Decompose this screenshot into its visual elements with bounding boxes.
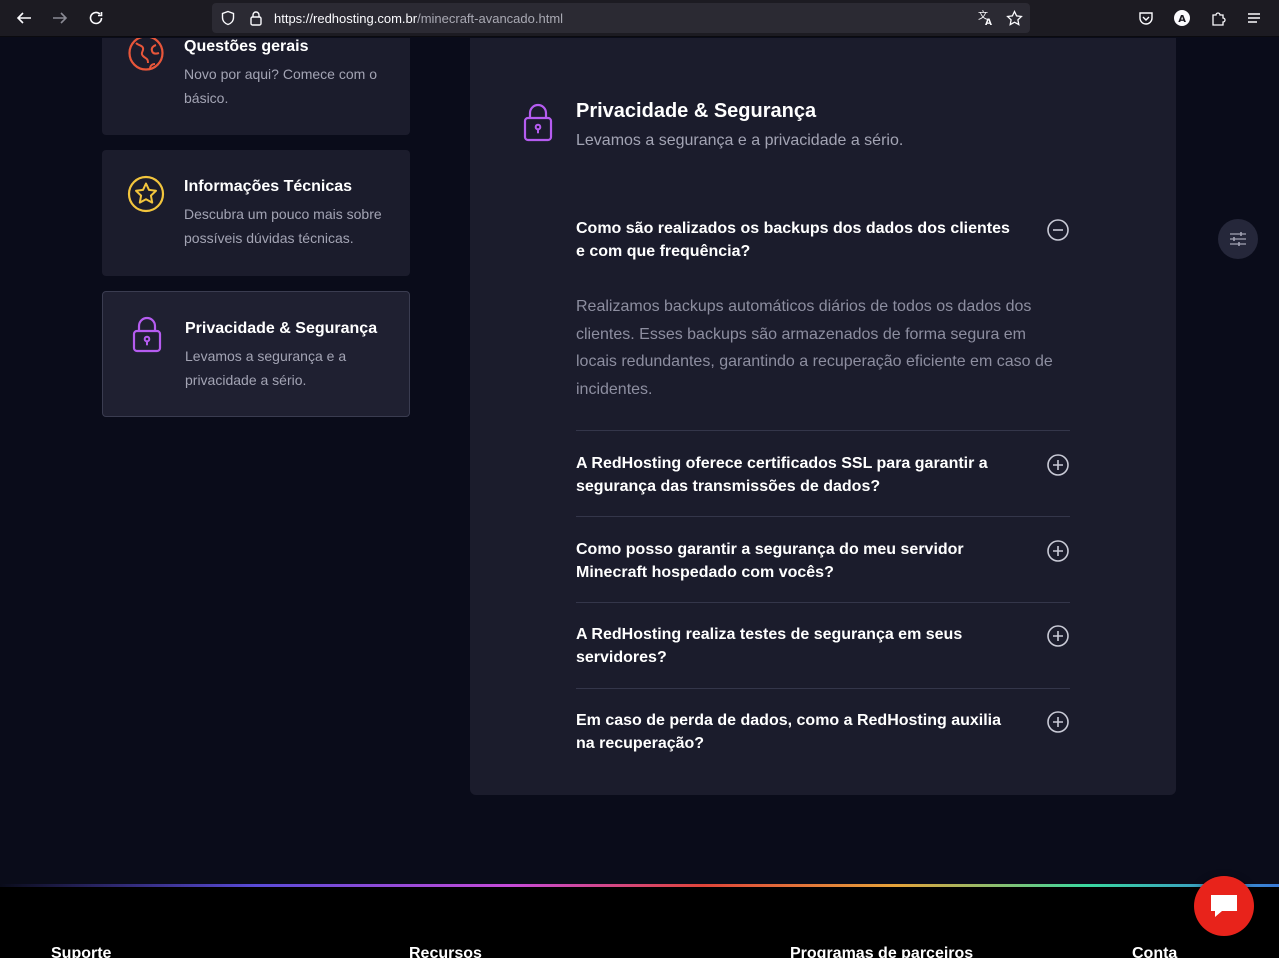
- sidebar-item-title: Privacidade & Segurança: [185, 320, 378, 337]
- panel-title: Privacidade & Segurança: [576, 100, 817, 122]
- faq-panel: Privacidade & Segurança Levamos a segura…: [470, 38, 1176, 795]
- footer-heading-suporte: Suporte: [51, 945, 112, 958]
- address-bar[interactable]: https://redhosting.com.br/minecraft-avan…: [212, 3, 1030, 33]
- account-avatar-icon[interactable]: A: [1172, 8, 1192, 28]
- footer-heading-parceiros: Programas de parceiros: [790, 945, 974, 958]
- sidebar-item-privacidade-seguranca[interactable]: Privacidade & Segurança Levamos a segura…: [102, 291, 410, 417]
- sidebar-item-description: Novo por aqui? Comece com o básico.: [184, 66, 377, 106]
- footer: Suporte Recursos Programas de parceiros …: [0, 887, 1279, 958]
- globe-icon: [126, 38, 166, 73]
- svg-text:A: A: [985, 18, 992, 27]
- star-icon: [126, 174, 166, 214]
- menu-hamburger-icon[interactable]: [1244, 8, 1264, 28]
- back-arrow-icon[interactable]: [12, 7, 36, 29]
- sidebar-item-description: Descubra um pouco mais sobre possíveis d…: [184, 206, 382, 246]
- translate-icon[interactable]: 文A: [976, 8, 996, 28]
- panel-subtitle: Levamos a segurança e a privacidade a sé…: [576, 132, 904, 149]
- faq-item: Como são realizados os backups dos dados…: [576, 217, 1070, 398]
- footer-heading-conta: Conta: [1132, 945, 1178, 958]
- sliders-icon: [1230, 232, 1246, 246]
- forward-arrow-icon[interactable]: [48, 7, 72, 29]
- expand-plus-icon[interactable]: [1046, 710, 1070, 734]
- sidebar-item-questoes-gerais[interactable]: Questões gerais Novo por aqui? Comece co…: [102, 38, 410, 135]
- expand-plus-icon[interactable]: [1046, 453, 1070, 477]
- faq-divider: [576, 688, 1070, 689]
- expand-plus-icon[interactable]: [1046, 539, 1070, 563]
- settings-sliders-button[interactable]: [1218, 219, 1258, 259]
- faq-item: Em caso de perda de dados, como a RedHos…: [576, 709, 1070, 759]
- footer-heading-recursos: Recursos: [409, 945, 482, 958]
- faq-divider: [576, 516, 1070, 517]
- faq-question[interactable]: A RedHosting realiza testes de segurança…: [576, 623, 1016, 669]
- pocket-icon[interactable]: [1136, 8, 1156, 28]
- faq-question[interactable]: Como são realizados os backups dos dados…: [576, 217, 1016, 263]
- extensions-puzzle-icon[interactable]: [1208, 8, 1228, 28]
- svg-text:A: A: [1178, 14, 1186, 25]
- url-host: https://redhosting.com.br: [274, 11, 418, 26]
- sidebar-item-informacoes-tecnicas[interactable]: Informações Técnicas Descubra um pouco m…: [102, 150, 410, 276]
- live-chat-button[interactable]: [1194, 876, 1254, 936]
- faq-question[interactable]: Em caso de perda de dados, como a RedHos…: [576, 709, 1016, 755]
- faq-answer: Realizamos backups automáticos diários d…: [576, 298, 1053, 398]
- browser-toolbar: https://redhosting.com.br/minecraft-avan…: [0, 0, 1279, 37]
- lock-icon: [127, 314, 167, 354]
- faq-divider: [576, 602, 1070, 603]
- faq-item: Como posso garantir a segurança do meu s…: [576, 538, 1070, 588]
- url-text[interactable]: https://redhosting.com.br/minecraft-avan…: [274, 11, 563, 26]
- faq-question[interactable]: Como posso garantir a segurança do meu s…: [576, 538, 1016, 584]
- faq-question[interactable]: A RedHosting oferece certificados SSL pa…: [576, 452, 1016, 498]
- expand-plus-icon[interactable]: [1046, 624, 1070, 648]
- page-content: Questões gerais Novo por aqui? Comece co…: [0, 38, 1279, 958]
- padlock-icon[interactable]: [246, 8, 266, 28]
- faq-item: A RedHosting realiza testes de segurança…: [576, 623, 1070, 673]
- url-path: /minecraft-avancado.html: [417, 11, 564, 26]
- bookmark-star-icon[interactable]: [1004, 8, 1024, 28]
- sidebar-item-title: Questões gerais: [184, 38, 309, 55]
- collapse-minus-icon[interactable]: [1046, 218, 1070, 242]
- lock-icon: [522, 103, 554, 143]
- faq-divider: [576, 430, 1070, 431]
- chat-bubble-icon: [1211, 895, 1237, 917]
- sidebar-item-description: Levamos a segurança e a privacidade a sé…: [185, 348, 347, 388]
- shield-icon[interactable]: [218, 8, 238, 28]
- faq-item: A RedHosting oferece certificados SSL pa…: [576, 452, 1070, 502]
- sidebar-item-title: Informações Técnicas: [184, 178, 353, 195]
- reload-icon[interactable]: [84, 7, 108, 29]
